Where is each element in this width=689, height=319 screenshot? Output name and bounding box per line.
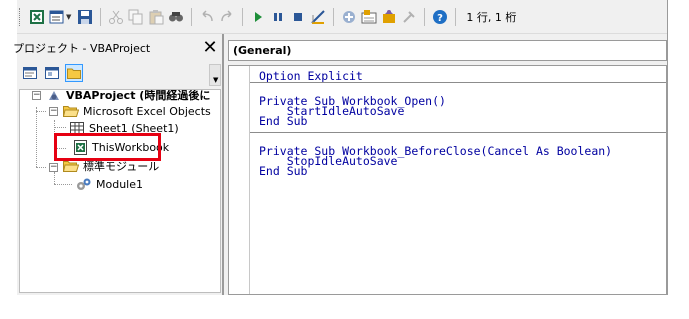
help-icon[interactable]: ? bbox=[431, 8, 449, 26]
tree-connector bbox=[54, 172, 55, 184]
tree-connector bbox=[36, 107, 37, 167]
collapse-icon[interactable]: − bbox=[32, 91, 41, 100]
break-icon[interactable] bbox=[269, 8, 287, 26]
object-dropdown[interactable]: (General) bbox=[228, 40, 667, 61]
copy-icon[interactable] bbox=[127, 8, 145, 26]
module-icon bbox=[76, 176, 92, 192]
code-margin[interactable] bbox=[229, 66, 250, 294]
project-explorer-title: プロジェクト - VBAProject bbox=[13, 42, 151, 55]
tree-node-excel-objects[interactable]: Microsoft Excel Objects bbox=[63, 103, 211, 119]
properties-icon[interactable] bbox=[360, 8, 378, 26]
close-icon[interactable]: ✕ bbox=[199, 38, 221, 58]
tree-connector bbox=[54, 120, 55, 148]
code-procedure-workbook-beforeclose[interactable]: Private Sub Workbook_BeforeClose(Cancel … bbox=[259, 145, 612, 177]
toolbar-separator bbox=[100, 7, 102, 26]
folder-open-icon bbox=[63, 103, 79, 119]
vbe-window: ▼ ? 1 行, 1 桁 プロジェクト - VBAProject ✕ ▼ − V… bbox=[13, 0, 668, 295]
object-browser-icon[interactable] bbox=[380, 8, 398, 26]
folder-open-icon bbox=[63, 158, 79, 174]
svg-text:?: ? bbox=[437, 13, 443, 24]
tree-connector bbox=[54, 127, 66, 128]
save-icon[interactable] bbox=[76, 8, 94, 26]
toolbar-separator bbox=[333, 7, 335, 26]
paste-icon[interactable] bbox=[147, 8, 165, 26]
tree-node-label: ThisWorkbook bbox=[92, 140, 170, 154]
tree-node-label: Microsoft Excel Objects bbox=[83, 104, 211, 118]
tree-node-label: 標準モジュール bbox=[83, 160, 160, 173]
tree-node-sheet1[interactable]: Sheet1 (Sheet1) bbox=[69, 120, 179, 136]
tree-connector bbox=[54, 184, 72, 185]
tree-node-label: VBAProject (時間経過後に bbox=[66, 89, 211, 102]
undo-icon[interactable] bbox=[198, 8, 216, 26]
code-procedure-workbook-open[interactable]: Private Sub Workbook_Open() StartIdleAut… bbox=[259, 95, 446, 127]
insert-dropdown-arrow[interactable]: ▼ bbox=[66, 13, 71, 21]
collapse-icon[interactable]: − bbox=[49, 163, 58, 172]
tree-connector bbox=[36, 167, 46, 168]
toolbar-separator bbox=[242, 7, 244, 26]
workbook-icon bbox=[72, 139, 88, 155]
standard-toolbar: ▼ ? 1 行, 1 桁 bbox=[17, 0, 667, 34]
procedure-separator bbox=[250, 82, 666, 83]
toolbar-separator bbox=[455, 7, 457, 26]
procedure-separator bbox=[250, 132, 666, 133]
project-explorer-toolbar bbox=[21, 64, 83, 84]
code-editor[interactable]: Option Explicit Private Sub Workbook_Ope… bbox=[228, 65, 667, 295]
toolbox-icon[interactable] bbox=[400, 8, 418, 26]
project-explorer: プロジェクト - VBAProject ✕ ▼ − VBAProject (時間… bbox=[13, 34, 224, 295]
tree-node-modules[interactable]: 標準モジュール bbox=[63, 158, 159, 174]
project-tree: − VBAProject (時間経過後に − Microsoft Excel O… bbox=[19, 89, 221, 293]
project-explorer-icon[interactable] bbox=[340, 8, 358, 26]
vba-project-icon bbox=[46, 90, 62, 103]
insert-module-icon[interactable] bbox=[48, 8, 66, 26]
redo-icon[interactable] bbox=[218, 8, 236, 26]
tree-node-thisworkbook[interactable]: ThisWorkbook bbox=[72, 139, 169, 155]
reset-icon[interactable] bbox=[289, 8, 307, 26]
toolbar-separator bbox=[424, 7, 426, 26]
scroll-arrow[interactable]: ▼ bbox=[209, 64, 221, 86]
toggle-folders-icon[interactable] bbox=[65, 64, 83, 82]
code-window: (General) Option Explicit Private Sub Wo… bbox=[224, 34, 667, 295]
view-code-icon[interactable] bbox=[21, 64, 39, 82]
toolbar-separator bbox=[191, 7, 193, 26]
tree-node-label: Sheet1 (Sheet1) bbox=[89, 121, 179, 135]
design-mode-icon[interactable] bbox=[309, 8, 327, 26]
worksheet-icon bbox=[69, 120, 85, 136]
view-excel-icon[interactable] bbox=[28, 8, 46, 26]
cursor-position: 1 行, 1 桁 bbox=[466, 10, 517, 24]
tree-node-label: Module1 bbox=[96, 177, 143, 191]
code-declarations[interactable]: Option Explicit bbox=[259, 70, 363, 82]
view-object-icon[interactable] bbox=[43, 64, 61, 82]
toolbar-grip[interactable] bbox=[19, 7, 23, 26]
tree-node-project[interactable]: VBAProject (時間経過後に bbox=[46, 89, 211, 103]
cut-icon[interactable] bbox=[107, 8, 125, 26]
collapse-icon[interactable]: − bbox=[49, 107, 58, 116]
tree-node-module1[interactable]: Module1 bbox=[76, 176, 143, 192]
find-icon[interactable] bbox=[167, 8, 185, 26]
run-icon[interactable] bbox=[249, 8, 267, 26]
project-explorer-titlebar: プロジェクト - VBAProject ✕ bbox=[13, 38, 224, 58]
tree-connector bbox=[54, 148, 66, 149]
tree-connector bbox=[36, 111, 46, 112]
